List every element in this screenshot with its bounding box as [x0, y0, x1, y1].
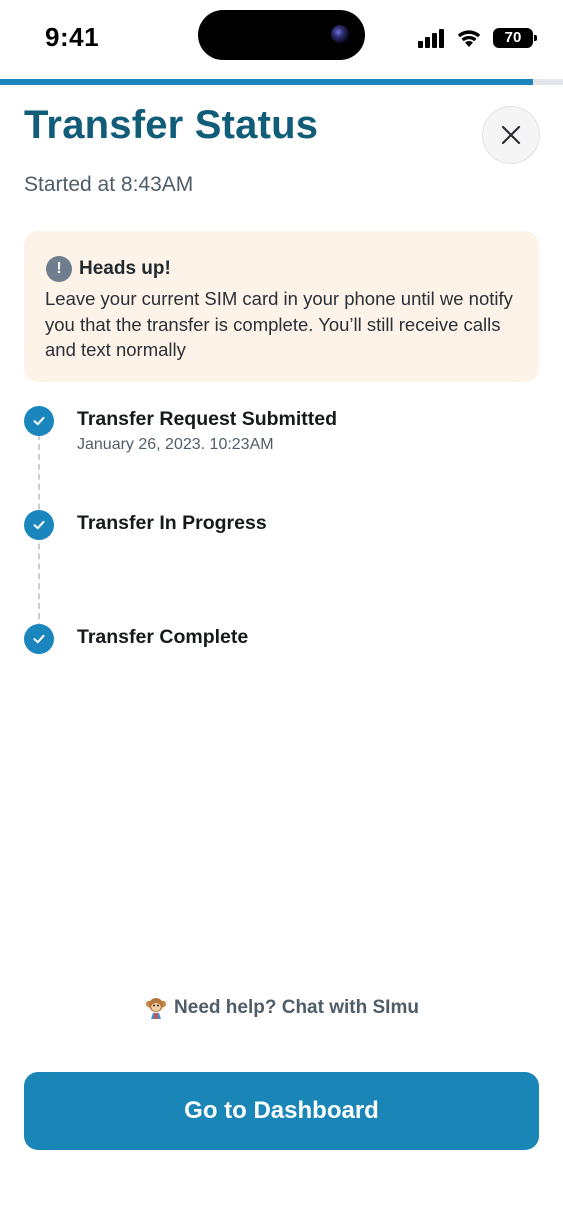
close-icon [501, 125, 521, 145]
check-icon [24, 510, 54, 540]
camera-lens [331, 25, 349, 43]
started-time: Started at 8:43AM [24, 173, 194, 196]
monkey-mascot-icon [145, 998, 167, 1019]
alert-title: Heads up! [79, 258, 171, 279]
go-to-dashboard-button[interactable]: Go to Dashboard [24, 1072, 539, 1150]
help-link-row: Need help? Chat with SImu [0, 996, 563, 1020]
exclamation-icon: ! [46, 256, 72, 282]
check-icon [24, 406, 54, 436]
progress-fill [0, 79, 534, 85]
step-title: Transfer In Progress [77, 512, 267, 534]
battery-icon: 70 [493, 28, 537, 48]
wifi-icon [457, 30, 481, 47]
chat-help-link[interactable]: Need help? Chat with SImu [144, 996, 419, 1020]
status-bar: 9:41 70 [0, 0, 563, 80]
close-button[interactable] [482, 106, 540, 164]
dynamic-island [198, 10, 365, 60]
heads-up-card: ! Heads up! Leave your current SIM card … [24, 231, 539, 382]
help-link-label: Need help? Chat with SImu [174, 997, 419, 1018]
transfer-status-screen: 9:41 70 Transfer Status Started at 8:43A… [0, 0, 563, 1218]
alert-message: Leave your current SIM card in your phon… [45, 288, 513, 360]
check-icon [24, 624, 54, 654]
transfer-timeline: Transfer Request Submitted January 26, 2… [24, 406, 539, 666]
page-title: Transfer Status [24, 103, 319, 147]
transfer-progress-bar [0, 79, 563, 85]
signal-icon [418, 28, 448, 48]
battery-level: 70 [493, 28, 533, 48]
step-date: January 26, 2023. 10:23AM [77, 436, 274, 453]
step-title: Transfer Complete [77, 626, 249, 648]
status-time: 9:41 [45, 22, 100, 52]
step-title: Transfer Request Submitted [77, 408, 338, 430]
alert-header: ! Heads up! [46, 256, 171, 282]
